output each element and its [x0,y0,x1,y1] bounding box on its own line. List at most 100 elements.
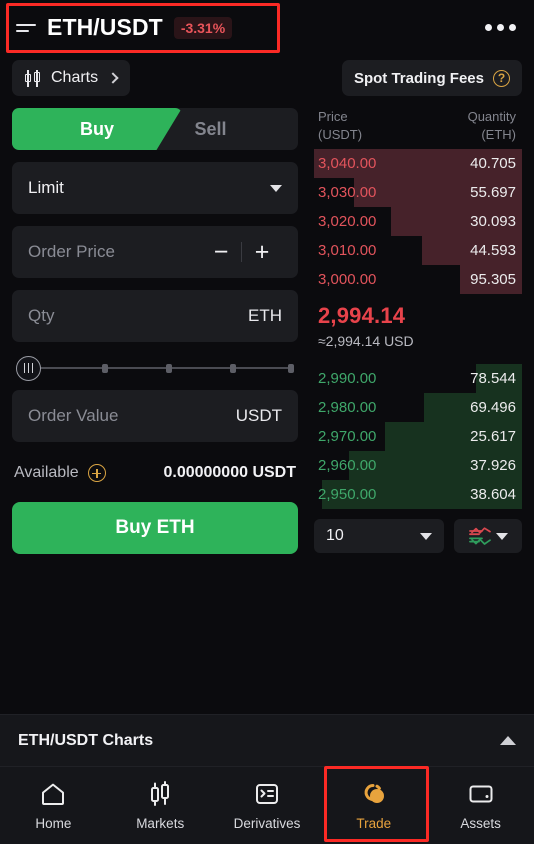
orderbook-price: 2,950.00 [318,486,377,504]
order-value-label: Order Value [28,406,119,425]
orderbook-quantity: 69.496 [470,399,516,417]
slider-tick-50[interactable] [165,363,172,373]
main-body: Charts Sell Buy Limit Order Price − + Qt… [0,55,534,714]
orderbook-row[interactable]: 2,990.00 78.544 [314,364,522,394]
price-change-badge: -3.31% [173,16,233,39]
orderbook-quantity: 30.093 [470,213,516,231]
nav-item-label: Derivatives [233,816,301,831]
order-type-dropdown[interactable]: Limit [12,162,298,214]
trading-pair-selector[interactable]: ETH/USDT -3.31% [16,14,233,41]
orderbook-row[interactable]: 2,950.00 38.604 [314,480,522,510]
chevron-down-icon [270,184,282,192]
slider-handle[interactable] [16,355,41,381]
orderbook-row[interactable]: 3,000.00 95.305 [314,265,522,295]
chevron-right-icon [107,72,119,84]
amount-percent-slider[interactable] [12,346,298,390]
order-price-stepper: − + [201,237,282,267]
charts-section-toggle[interactable]: ETH/USDT Charts [0,714,534,766]
orderbook-row[interactable]: 2,980.00 69.496 [314,393,522,423]
orderbook-row[interactable]: 3,040.00 40.705 [314,149,522,179]
orderbook-price: 2,960.00 [318,457,377,475]
quantity-label: Qty [28,306,55,325]
nav-item-label: Assets [460,816,501,831]
bottom-navigation: Home Markets Derivatives Trade Assets [0,766,534,844]
candlestick-icon [25,69,42,87]
slider-tick-100[interactable] [288,363,295,373]
orderbook-price: 2,970.00 [318,428,377,446]
chevron-up-icon[interactable] [500,736,516,745]
tab-buy[interactable]: Buy [12,108,182,150]
chevron-down-icon [495,532,508,540]
nav-item-markets[interactable]: Markets [107,767,214,844]
orderbook-row[interactable]: 3,010.00 44.593 [314,236,522,266]
order-value-field[interactable]: Order Value USDT [12,390,298,442]
orderbook-price-header: Price (USDT) [318,108,362,143]
orderbook-qty-header-line1: Quantity [467,109,516,124]
submit-buy-button[interactable]: Buy ETH [12,502,298,554]
orderbook-price: 3,030.00 [318,184,377,202]
orderbook-price: 2,980.00 [318,399,377,417]
orderbook-price-header-line1: Price [318,109,348,124]
charts-button-label: Charts [51,69,99,86]
nav-item-assets[interactable]: Assets [427,767,534,844]
charts-section-title: ETH/USDT Charts [18,731,154,749]
order-price-increment-button[interactable]: + [242,237,282,267]
quantity-field[interactable]: Qty ETH [12,290,298,342]
slider-tick-75[interactable] [229,363,236,373]
orderbook-row[interactable]: 3,020.00 30.093 [314,207,522,237]
order-type-value: Limit [28,178,64,197]
orderbook-quantity: 95.305 [470,271,516,289]
order-price-label: Order Price [28,242,115,261]
slider-track[interactable] [16,355,295,381]
order-price-decrement-button[interactable]: − [201,237,241,267]
orderbook-quantity: 37.926 [470,457,516,475]
orderbook-price: 3,010.00 [318,242,377,260]
spot-trading-fees-button[interactable]: Spot Trading Fees ? [341,60,522,96]
list-panel-icon [253,780,281,808]
candlestick-icon [146,780,174,808]
pair-name: ETH/USDT [47,14,163,40]
buy-sell-tabs: Sell Buy [12,108,298,150]
orderbook-bids: 2,990.00 78.544 2,980.00 69.496 2,970.00… [314,364,522,510]
trading-app: ETH/USDT -3.31% Charts Sell Buy Limit Or… [0,0,534,844]
orderbook-mode-icon [468,527,491,545]
chevron-down-icon [420,532,432,540]
question-circle-icon[interactable]: ? [493,69,510,87]
orderbook-price: 2,990.00 [318,370,377,388]
charts-button[interactable]: Charts [12,60,131,96]
orderbook-header: Price (USDT) Quantity (ETH) [314,108,522,143]
orderbook-quantity: 40.705 [470,155,516,173]
available-balance-row: Available 0.00000000 USDT [12,464,298,482]
order-price-field[interactable]: Order Price − + [12,226,298,278]
orderbook-price-header-line2: (USDT) [318,126,363,142]
nav-item-label: Markets [136,816,185,831]
price-grouping-dropdown[interactable]: 10 [314,519,444,554]
slider-rail [30,367,290,369]
orderbook-price: 3,020.00 [318,213,377,231]
slider-tick-25[interactable] [101,363,108,373]
orderbook-quantity: 44.593 [470,242,516,260]
orderbook-display-mode-dropdown[interactable] [454,519,522,554]
orderbook-qty-header-line2: (ETH) [481,126,516,142]
app-header: ETH/USDT -3.31% [0,0,534,55]
orderbook-row[interactable]: 3,030.00 55.697 [314,178,522,208]
last-price-usd: ≈2,994.14 USD [318,333,414,350]
available-value: 0.00000000 USDT [163,464,296,481]
orderbook-quantity: 78.544 [470,370,516,388]
orderbook-controls: 10 [314,519,522,554]
price-grouping-value: 10 [326,527,344,545]
orderbook-qty-header: Quantity (ETH) [468,108,516,143]
orderbook-row[interactable]: 2,960.00 37.926 [314,451,522,481]
pair-list-icon[interactable] [16,21,36,35]
more-options-icon[interactable] [481,16,520,39]
plus-circle-icon[interactable] [87,464,106,482]
nav-item-trade[interactable]: Trade [320,767,427,844]
coins-icon [360,780,388,808]
nav-item-derivatives[interactable]: Derivatives [214,767,321,844]
orderbook-asks: 3,040.00 40.705 3,030.00 55.697 3,020.00… [314,149,522,295]
orderbook-row[interactable]: 2,970.00 25.617 [314,422,522,452]
order-form-panel: Charts Sell Buy Limit Order Price − + Qt… [0,55,310,714]
nav-item-home[interactable]: Home [0,767,107,844]
nav-item-label: Trade [356,816,392,831]
quantity-unit: ETH [248,306,282,325]
